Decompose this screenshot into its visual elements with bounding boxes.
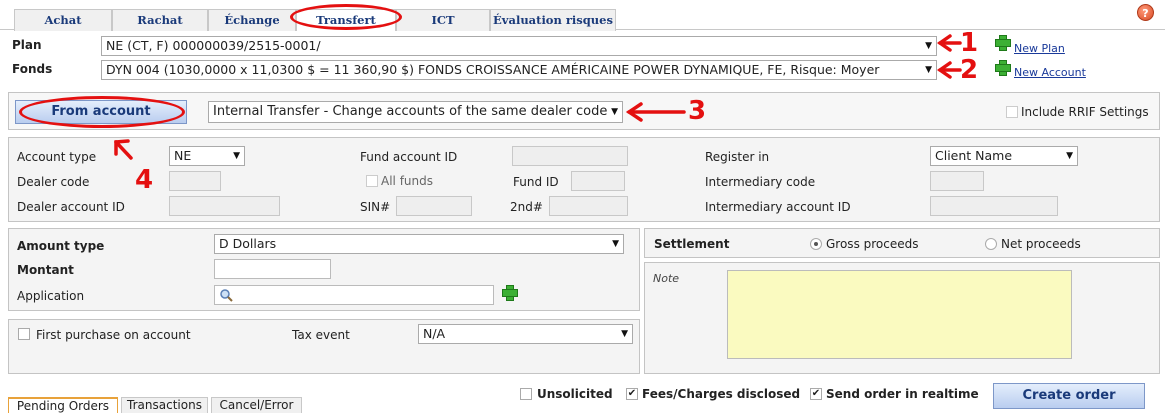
annotation-2: 2: [960, 55, 979, 85]
annotation-4: 4: [135, 165, 154, 195]
annotation-3: 3: [688, 96, 707, 126]
annotation-1: 1: [960, 28, 979, 58]
annotation-arrows: [114, 34, 962, 160]
